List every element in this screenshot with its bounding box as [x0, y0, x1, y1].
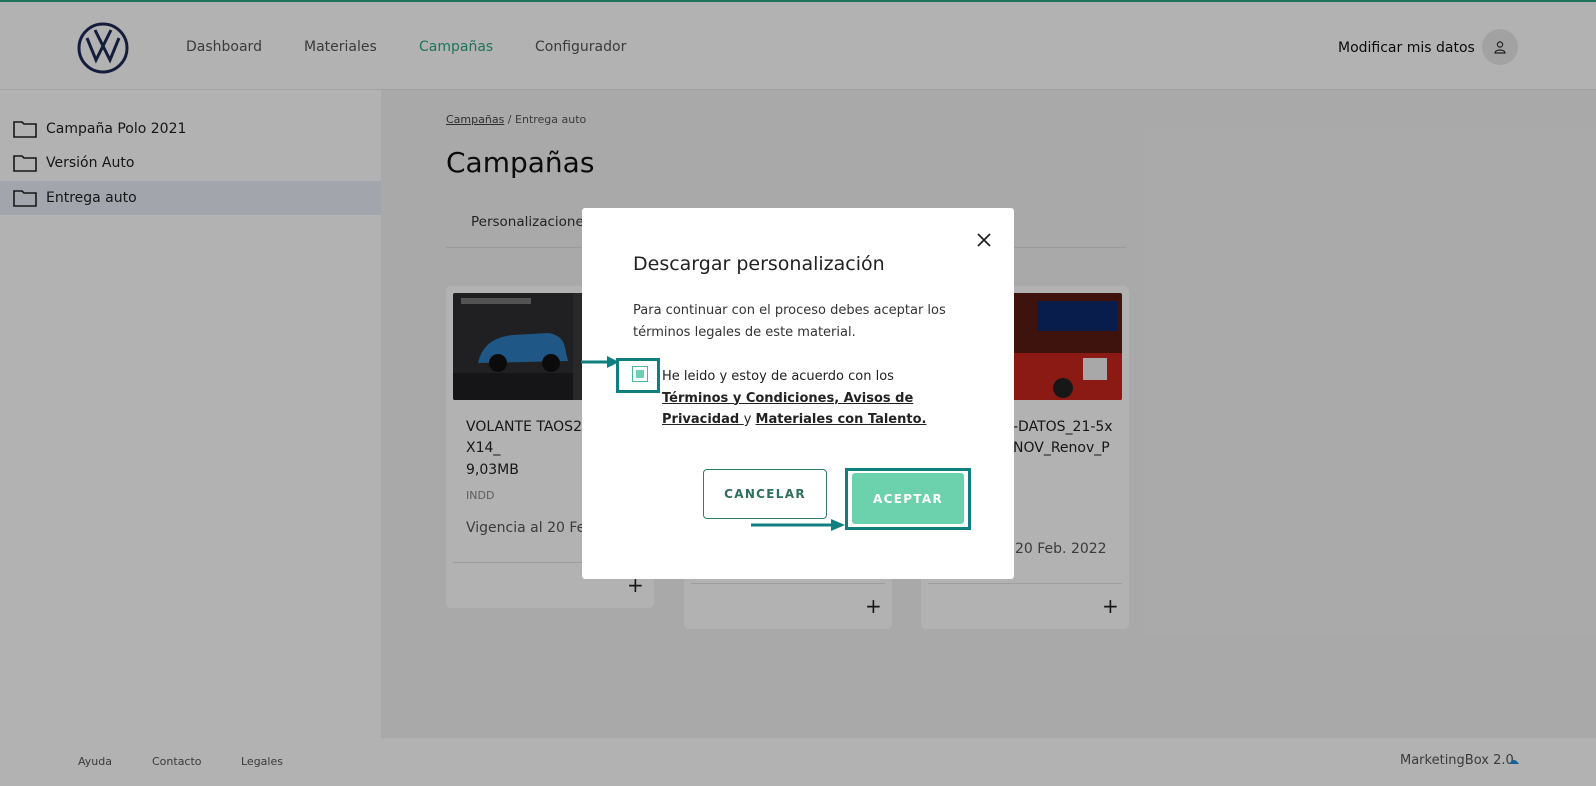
modal-text: Para continuar con el proceso debes acep…: [633, 303, 946, 340]
accept-button[interactable]: ACEPTAR: [852, 473, 964, 524]
close-icon[interactable]: [974, 230, 994, 250]
annotation-arrow-checkbox: [581, 356, 619, 368]
terms-agreement: He leido y estoy de acuerdo con los Térm…: [662, 366, 962, 431]
cancel-button[interactable]: CANCELAR: [703, 469, 827, 519]
annotation-arrow-accept: [751, 519, 845, 531]
materiales-talento-link[interactable]: Materiales con Talento.: [756, 412, 927, 427]
checkbox-check-mark: [636, 370, 644, 378]
modal-title: Descargar personalización: [633, 253, 885, 275]
agree-prefix: He leido y estoy de acuerdo con los: [662, 369, 894, 384]
agree-and: y: [743, 412, 756, 427]
